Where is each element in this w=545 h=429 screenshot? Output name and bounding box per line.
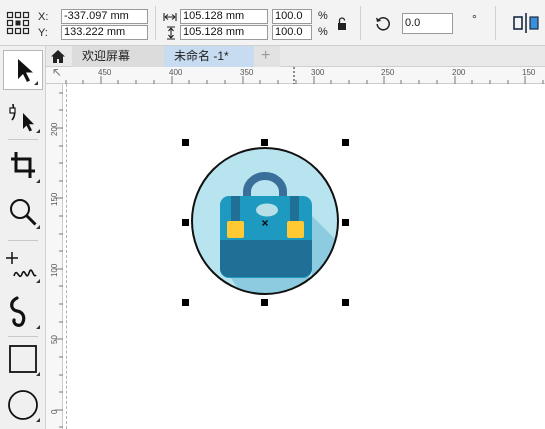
rotation-angle-field[interactable]: 0.0 [402,13,453,34]
shape-tool-icon [9,103,40,133]
shape-tool-button[interactable] [3,96,43,136]
ruler-label: 150 [50,192,59,206]
page-border [66,84,67,429]
property-bar: X: Y: -337.097 mm 133.222 mm 105.128 mm … [0,0,545,46]
ruler-label: 150 [522,68,536,77]
freehand-tool-icon [6,252,40,283]
pick-tool-icon [18,59,38,85]
selection-handle-top-left[interactable] [182,139,189,146]
scale-x-unit: % [318,10,328,22]
separator [360,6,361,40]
mirror-horizontal-icon[interactable] [513,12,541,34]
ruler-label: 200 [452,68,466,77]
scale-y-unit: % [318,26,328,38]
toolbox [0,46,46,429]
selection-handle-bottom[interactable] [261,299,268,306]
ellipse-tool-button[interactable] [3,385,43,425]
selection-handle-bottom-left[interactable] [182,299,189,306]
ruler-label: 250 [381,68,395,77]
selection-handle-top-right[interactable] [342,139,349,146]
separator [495,6,496,40]
object-height-icon [167,26,175,40]
document-tab-bar: 欢迎屏幕 未命名 -1* + [46,46,545,67]
bag-icon-graphic[interactable] [190,146,340,296]
ruler-label: 0 [50,409,59,414]
pick-tool-button[interactable] [3,50,43,90]
tab-untitled-1[interactable]: 未命名 -1* [164,46,254,67]
selection-handle-right[interactable] [342,219,349,226]
selection-handle-bottom-right[interactable] [342,299,349,306]
zoom-tool-icon [10,199,40,229]
rotate-icon [376,17,390,31]
zoom-tool-button[interactable] [3,192,43,232]
scale-y-field[interactable]: 100.0 [272,25,312,40]
vertical-ruler[interactable]: 200 150 100 50 0 [46,84,63,429]
new-tab-button[interactable]: + [254,46,280,67]
rectangle-tool-icon [9,345,40,376]
x-label: X: [38,11,49,23]
scale-x-field[interactable]: 100.0 [272,9,312,24]
y-position-field[interactable]: 133.222 mm [61,25,148,40]
x-position-field[interactable]: -337.097 mm [61,9,148,24]
drawing-canvas[interactable] [63,84,545,429]
artistic-media-tool-icon [10,296,40,329]
horizontal-ruler[interactable]: 450 400 350 300 250 200 150 [46,67,545,84]
toolbox-separator [8,240,38,241]
ruler-label: 300 [311,68,325,77]
home-icon[interactable] [50,49,66,64]
rectangle-tool-button[interactable] [3,339,43,379]
ruler-label: 100 [50,263,59,277]
artistic-media-tool-button[interactable] [3,292,43,332]
object-origin-icon[interactable] [6,11,30,35]
object-height-field[interactable]: 105.128 mm [180,25,268,40]
ellipse-tool-icon [8,390,40,422]
ruler-label: 50 [50,335,59,344]
ruler-label: 200 [50,122,59,136]
crop-tool-button[interactable] [3,146,43,186]
ruler-label: 450 [98,68,112,77]
toolbox-separator [8,336,38,337]
selection-handle-top[interactable] [261,139,268,146]
object-width-field[interactable]: 105.128 mm [180,9,268,24]
degree-symbol: ° [472,12,477,26]
separator [155,6,156,40]
ruler-label: 350 [240,68,254,77]
ruler-label: 400 [169,68,183,77]
freehand-tool-button[interactable] [3,246,43,286]
selection-handle-left[interactable] [182,219,189,226]
toolbox-separator [8,139,38,140]
horizontal-ruler-ticks [53,67,544,84]
lock-ratio-icon[interactable] [336,16,348,32]
tab-welcome-screen[interactable]: 欢迎屏幕 [72,46,164,67]
crop-tool-icon [11,152,40,183]
y-label: Y: [38,27,48,39]
object-width-icon [163,13,177,21]
